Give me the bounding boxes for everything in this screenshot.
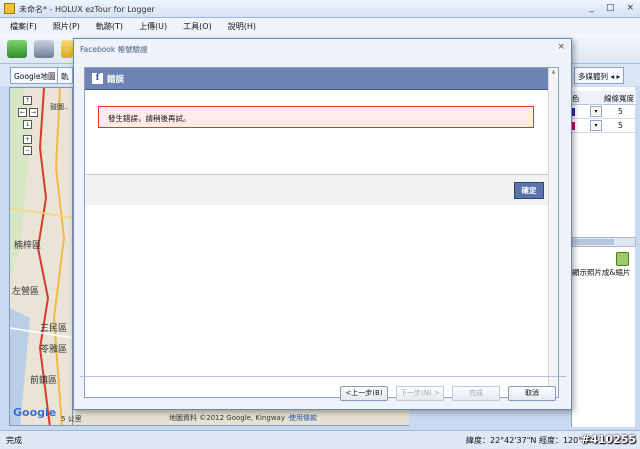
dialog-separator xyxy=(80,376,566,377)
map-label: 苓雅區 xyxy=(40,345,68,355)
window-title: 未命名* - HOLUX ezTour for Logger xyxy=(19,5,155,14)
track-color-swatch xyxy=(572,108,575,116)
next-button[interactable]: 下一步(N) > xyxy=(396,386,444,401)
facebook-auth-dialog: Facebook 帳號驗證 × f 錯誤 發生錯誤，請稍後再試。 確定 ▲ ▼ … xyxy=(73,38,572,410)
track-width: 5 xyxy=(618,121,623,130)
map-pan-left[interactable]: ← xyxy=(18,108,27,117)
facebook-logo-icon: f xyxy=(92,73,103,84)
horizontal-scrollbar[interactable] xyxy=(572,237,636,247)
track-list-panel: 色 線條寬度 ▾ 5 ▾ 5 顯示照片成&縮片 xyxy=(571,87,636,427)
map-pan-right[interactable]: → xyxy=(29,108,38,117)
minimize-button[interactable]: _ xyxy=(589,3,594,13)
status-text: 完成 xyxy=(6,436,22,445)
close-window-button[interactable]: × xyxy=(626,3,634,13)
vertical-scrollbar[interactable]: ▲ ▼ xyxy=(548,68,558,397)
track-color-swatch xyxy=(572,122,575,130)
tab-media-list[interactable]: 多媒體列 ◂ ▸ xyxy=(574,67,625,84)
map-scale: 5 公里 xyxy=(61,415,82,423)
scroll-up-icon[interactable]: ▲ xyxy=(550,69,557,77)
facebook-footer: 確定 xyxy=(85,174,550,205)
color-dropdown-icon[interactable]: ▾ xyxy=(590,120,602,131)
map-label: 左營區 xyxy=(12,287,40,297)
app-icon xyxy=(4,3,15,14)
dialog-close-button[interactable]: × xyxy=(557,42,565,52)
import-device-icon[interactable] xyxy=(7,40,27,58)
track-row[interactable]: ▾ 5 xyxy=(572,119,636,133)
photo-thumbnail-caption: 顯示照片成&縮片 xyxy=(572,268,631,277)
maximize-button[interactable]: □ xyxy=(606,3,615,13)
facebook-web-frame: f 錯誤 發生錯誤，請稍後再試。 確定 ▲ ▼ xyxy=(84,67,559,398)
menu-track[interactable]: 軌跡(T) xyxy=(96,18,130,34)
cancel-button[interactable]: 取消 xyxy=(508,386,556,401)
menu-bar: 檔案(F) 照片(P) 軌跡(T) 上傳(U) 工具(O) 說明(H) xyxy=(0,18,640,34)
color-column-header: 色 xyxy=(572,94,580,103)
finish-button[interactable]: 完成 xyxy=(452,386,500,401)
google-logo: Google xyxy=(13,406,57,419)
menu-help[interactable]: 說明(H) xyxy=(228,18,263,34)
map-footer: 5 公里 地圖資料 ©2012 Google, Kingway - 使用條款 xyxy=(61,408,409,426)
width-column-header: 線條寬度 xyxy=(604,94,634,103)
ok-button[interactable]: 確定 xyxy=(514,182,544,199)
recycle-bin-icon[interactable] xyxy=(616,252,629,266)
map-view[interactable]: ↑ ← → ↓ + − 鼓圖.. 楠梓區 左營區 三民區 苓雅區 前鎮區 Goo… xyxy=(9,87,73,426)
tab-google-map[interactable]: Google地圖 xyxy=(10,67,60,84)
dialog-title: Facebook 帳號驗證 xyxy=(80,45,148,54)
back-button[interactable]: <上一步(B) xyxy=(340,386,388,401)
track-row[interactable]: ▾ 5 xyxy=(572,105,636,119)
facebook-header-title: 錯誤 xyxy=(107,75,125,85)
track-table-header: 色 線條寬度 xyxy=(572,91,636,105)
map-label: 三民區 xyxy=(40,324,68,334)
menu-photo[interactable]: 照片(P) xyxy=(53,18,87,34)
map-terms-link[interactable]: 使用條款 xyxy=(289,413,317,423)
facebook-header: f 錯誤 xyxy=(85,68,550,90)
menu-upload[interactable]: 上傳(U) xyxy=(139,18,174,34)
status-bar: 完成 緯度：22°42'37"N 經度：120°20' #410255 xyxy=(0,430,640,449)
map-zoom-out[interactable]: − xyxy=(23,146,32,155)
device-settings-icon[interactable] xyxy=(34,40,54,58)
map-label: 楠梓區 xyxy=(14,241,42,251)
coordinates-readout: 緯度：22°42'37"N 經度：120°20' xyxy=(466,436,595,445)
title-bar: 未命名* - HOLUX ezTour for Logger _ □ × xyxy=(0,0,640,18)
watermark-id: #410255 xyxy=(580,433,636,446)
color-dropdown-icon[interactable]: ▾ xyxy=(590,106,602,117)
map-attribution: 地圖資料 ©2012 Google, Kingway - xyxy=(169,414,290,422)
track-width: 5 xyxy=(618,107,623,116)
open-folder-icon[interactable] xyxy=(61,40,73,58)
map-label: 鼓圖.. xyxy=(50,103,69,111)
map-zoom-in[interactable]: + xyxy=(23,135,32,144)
menu-file[interactable]: 檔案(F) xyxy=(10,18,44,34)
map-pan-up[interactable]: ↑ xyxy=(23,96,32,105)
menu-tools[interactable]: 工具(O) xyxy=(183,18,219,34)
map-pan-down[interactable]: ↓ xyxy=(23,120,32,129)
tab-track[interactable]: 軌 xyxy=(57,67,73,84)
error-message-box: 發生錯誤，請稍後再試。 xyxy=(98,106,534,128)
map-label: 前鎮區 xyxy=(30,376,58,386)
